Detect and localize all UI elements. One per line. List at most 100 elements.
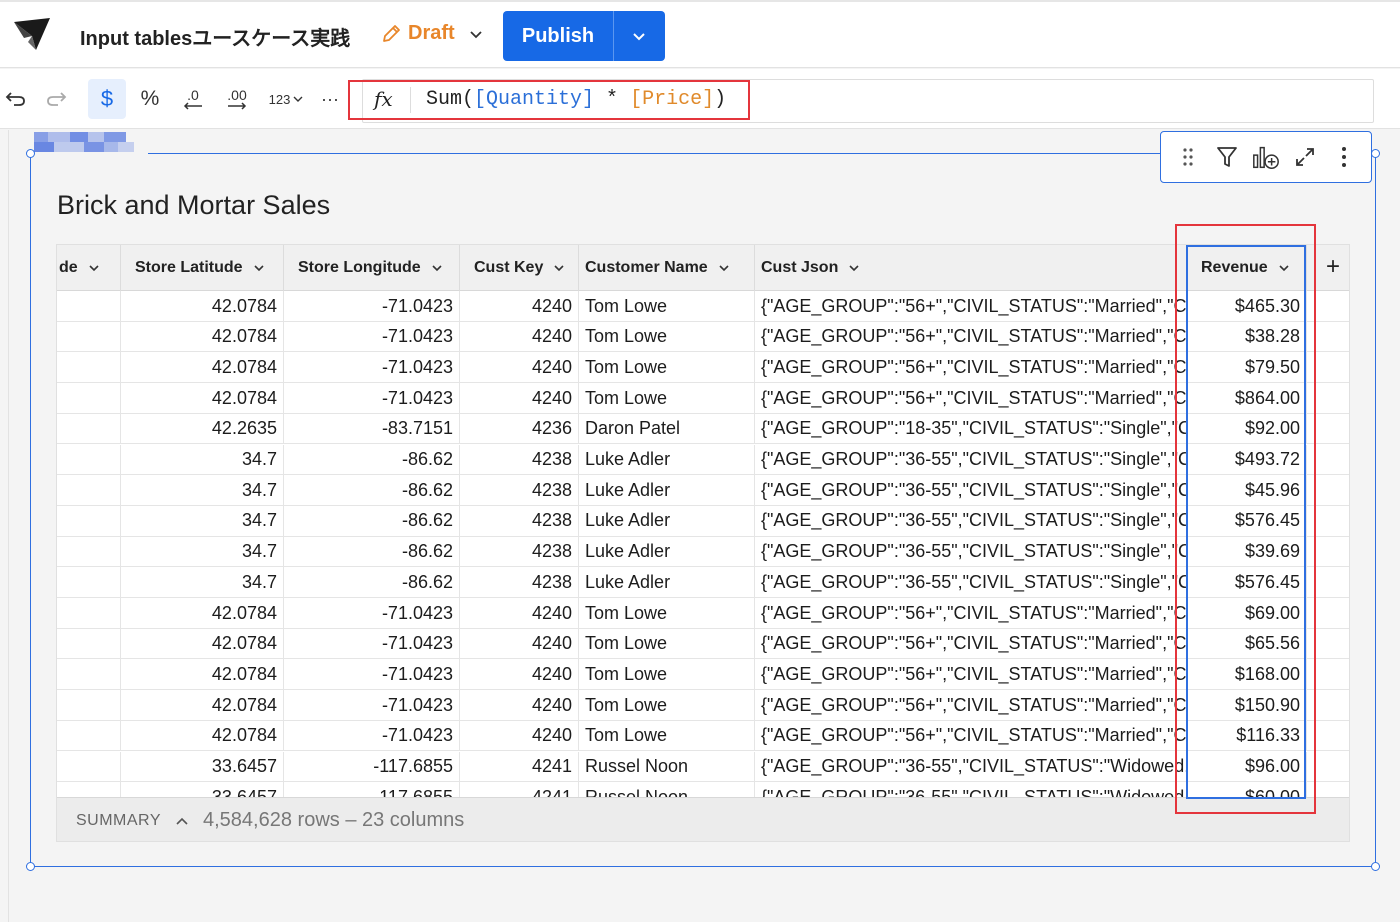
cell-revenue[interactable]: $38.28 xyxy=(1187,321,1307,352)
more-options-button[interactable]: ··· xyxy=(316,85,344,113)
table-row[interactable]: 42.0784 -71.0423 4240 Tom Lowe {"AGE_GROUP":… xyxy=(57,659,1349,691)
cell-cust-key[interactable]: 4236 xyxy=(460,413,579,444)
cell-customer-name[interactable]: Russel Noon xyxy=(579,751,755,782)
currency-format-button[interactable]: $ xyxy=(88,79,126,119)
cell-customer-name[interactable]: Tom Lowe xyxy=(579,690,755,721)
cell-store-longitude[interactable]: -83.7151 xyxy=(284,413,460,444)
cell-partial-column[interactable] xyxy=(57,751,121,782)
cell-revenue[interactable]: $65.56 xyxy=(1187,628,1307,659)
decrease-decimals-button[interactable]: .0 xyxy=(178,85,208,113)
cell-partial-column[interactable] xyxy=(57,475,121,506)
cell-cust-key[interactable]: 4240 xyxy=(460,383,579,414)
number-format-dropdown[interactable]: 123 xyxy=(264,85,308,113)
summary-bar[interactable]: SUMMARY 4,584,628 rows – 23 columns xyxy=(57,797,1349,841)
cell-revenue[interactable]: $465.30 xyxy=(1187,291,1307,321)
publish-options-button[interactable] xyxy=(614,11,664,61)
cell-store-longitude[interactable]: -86.62 xyxy=(284,444,460,475)
cell-partial-column[interactable] xyxy=(57,690,121,721)
resize-handle[interactable] xyxy=(26,862,35,871)
redo-button[interactable] xyxy=(44,85,70,113)
cell-store-latitude[interactable]: 34.7 xyxy=(121,475,284,506)
cell-store-longitude[interactable]: -86.62 xyxy=(284,567,460,598)
cell-cust-key[interactable]: 4241 xyxy=(460,751,579,782)
column-header-cust-key[interactable]: Cust Key xyxy=(460,245,579,291)
cell-store-latitude[interactable]: 42.0784 xyxy=(121,321,284,352)
cell-partial-column[interactable] xyxy=(57,321,121,352)
cell-revenue[interactable]: $60.00 xyxy=(1187,782,1307,797)
cell-store-latitude[interactable]: 42.0784 xyxy=(121,628,284,659)
cell-partial-column[interactable] xyxy=(57,536,121,567)
cell-store-latitude[interactable]: 34.7 xyxy=(121,567,284,598)
cell-partial-column[interactable] xyxy=(57,598,121,628)
cell-customer-name[interactable]: Daron Patel xyxy=(579,413,755,444)
cell-store-longitude[interactable]: -71.0423 xyxy=(284,628,460,659)
cell-partial-column[interactable] xyxy=(57,782,121,797)
cell-partial-column[interactable] xyxy=(57,352,121,383)
add-column-button[interactable]: + xyxy=(1319,253,1347,281)
cell-cust-json[interactable]: {"AGE_GROUP":"36-55","CIVIL_STATUS":"Sin… xyxy=(755,505,1187,536)
cell-partial-column[interactable] xyxy=(57,383,121,414)
cell-cust-json[interactable]: {"AGE_GROUP":"56+","CIVIL_STATUS":"Marri… xyxy=(755,659,1187,690)
cell-store-longitude[interactable]: -86.62 xyxy=(284,475,460,506)
cell-customer-name[interactable]: Tom Lowe xyxy=(579,383,755,414)
cell-cust-key[interactable]: 4240 xyxy=(460,659,579,690)
element-menu-button[interactable] xyxy=(1329,142,1359,172)
table-row[interactable]: 33.6457 -117.6855 4241 Russel Noon {"AGE_GRO… xyxy=(57,782,1349,797)
cell-partial-column[interactable] xyxy=(57,720,121,751)
cell-customer-name[interactable]: Tom Lowe xyxy=(579,352,755,383)
resize-handle[interactable] xyxy=(26,149,35,158)
cell-partial-column[interactable] xyxy=(57,291,121,321)
cell-customer-name[interactable]: Tom Lowe xyxy=(579,720,755,751)
cell-store-latitude[interactable]: 42.0784 xyxy=(121,598,284,628)
table-row[interactable]: 34.7 -86.62 4238 Luke Adler {"AGE_GROUP":"36… xyxy=(57,536,1349,568)
table-row[interactable]: 33.6457 -117.6855 4241 Russel Noon {"AGE_GRO… xyxy=(57,751,1349,783)
cell-store-longitude[interactable]: -71.0423 xyxy=(284,598,460,628)
cell-cust-json[interactable]: {"AGE_GROUP":"56+","CIVIL_STATUS":"Marri… xyxy=(755,321,1187,352)
cell-revenue[interactable]: $79.50 xyxy=(1187,352,1307,383)
cell-store-latitude[interactable]: 42.2635 xyxy=(121,413,284,444)
cell-revenue[interactable]: $150.90 xyxy=(1187,690,1307,721)
cell-partial-column[interactable] xyxy=(57,567,121,598)
cell-revenue[interactable]: $493.72 xyxy=(1187,444,1307,475)
table-row[interactable]: 42.0784 -71.0423 4240 Tom Lowe {"AGE_GROUP":… xyxy=(57,628,1349,660)
cell-store-latitude[interactable]: 42.0784 xyxy=(121,383,284,414)
cell-cust-key[interactable]: 4238 xyxy=(460,567,579,598)
cell-revenue[interactable]: $576.45 xyxy=(1187,567,1307,598)
cell-revenue[interactable]: $69.00 xyxy=(1187,598,1307,628)
cell-customer-name[interactable]: Russel Noon xyxy=(579,782,755,797)
cell-cust-key[interactable]: 4240 xyxy=(460,598,579,628)
table-row[interactable]: 42.0784 -71.0423 4240 Tom Lowe {"AGE_GROUP":… xyxy=(57,720,1349,752)
column-header-cust-json[interactable]: Cust Json xyxy=(755,245,1187,291)
cell-partial-column[interactable] xyxy=(57,659,121,690)
cell-store-longitude[interactable]: -71.0423 xyxy=(284,291,460,321)
cell-store-latitude[interactable]: 42.0784 xyxy=(121,291,284,321)
cell-store-longitude[interactable]: -71.0423 xyxy=(284,352,460,383)
cell-cust-key[interactable]: 4240 xyxy=(460,291,579,321)
cell-store-latitude[interactable]: 33.6457 xyxy=(121,782,284,797)
cell-store-latitude[interactable]: 34.7 xyxy=(121,505,284,536)
cell-cust-json[interactable]: {"AGE_GROUP":"56+","CIVIL_STATUS":"Marri… xyxy=(755,720,1187,751)
resize-handle[interactable] xyxy=(1371,149,1380,158)
cell-revenue[interactable]: $39.69 xyxy=(1187,536,1307,567)
cell-cust-json[interactable]: {"AGE_GROUP":"56+","CIVIL_STATUS":"Marri… xyxy=(755,291,1187,321)
table-row[interactable]: 42.0784 -71.0423 4240 Tom Lowe {"AGE_GROUP":… xyxy=(57,321,1349,353)
table-row[interactable]: 42.0784 -71.0423 4240 Tom Lowe {"AGE_GROUP":… xyxy=(57,690,1349,721)
percent-format-button[interactable]: % xyxy=(136,85,164,113)
cell-customer-name[interactable]: Tom Lowe xyxy=(579,659,755,690)
cell-cust-json[interactable]: {"AGE_GROUP":"36-55","CIVIL_STATUS":"Sin… xyxy=(755,536,1187,567)
column-header-revenue[interactable]: Revenue xyxy=(1187,245,1307,291)
cell-cust-json[interactable]: {"AGE_GROUP":"36-55","CIVIL_STATUS":"Sin… xyxy=(755,567,1187,598)
undo-button[interactable] xyxy=(2,85,28,113)
cell-cust-key[interactable]: 4240 xyxy=(460,690,579,721)
publish-button[interactable]: Publish xyxy=(503,11,614,61)
cell-store-latitude[interactable]: 42.0784 xyxy=(121,720,284,751)
column-header-store-longitude[interactable]: Store Longitude xyxy=(284,245,460,291)
table-row[interactable]: 34.7 -86.62 4238 Luke Adler {"AGE_GROUP":"36… xyxy=(57,505,1349,537)
column-header-customer-name[interactable]: Customer Name xyxy=(579,245,755,291)
cell-store-longitude[interactable]: -71.0423 xyxy=(284,720,460,751)
app-logo-icon[interactable] xyxy=(12,16,52,54)
cell-cust-key[interactable]: 4240 xyxy=(460,321,579,352)
cell-partial-column[interactable] xyxy=(57,444,121,475)
cell-cust-json[interactable]: {"AGE_GROUP":"36-55","CIVIL_STATUS":"Wid… xyxy=(755,751,1187,782)
table-row[interactable]: 34.7 -86.62 4238 Luke Adler {"AGE_GROUP":"36… xyxy=(57,444,1349,476)
